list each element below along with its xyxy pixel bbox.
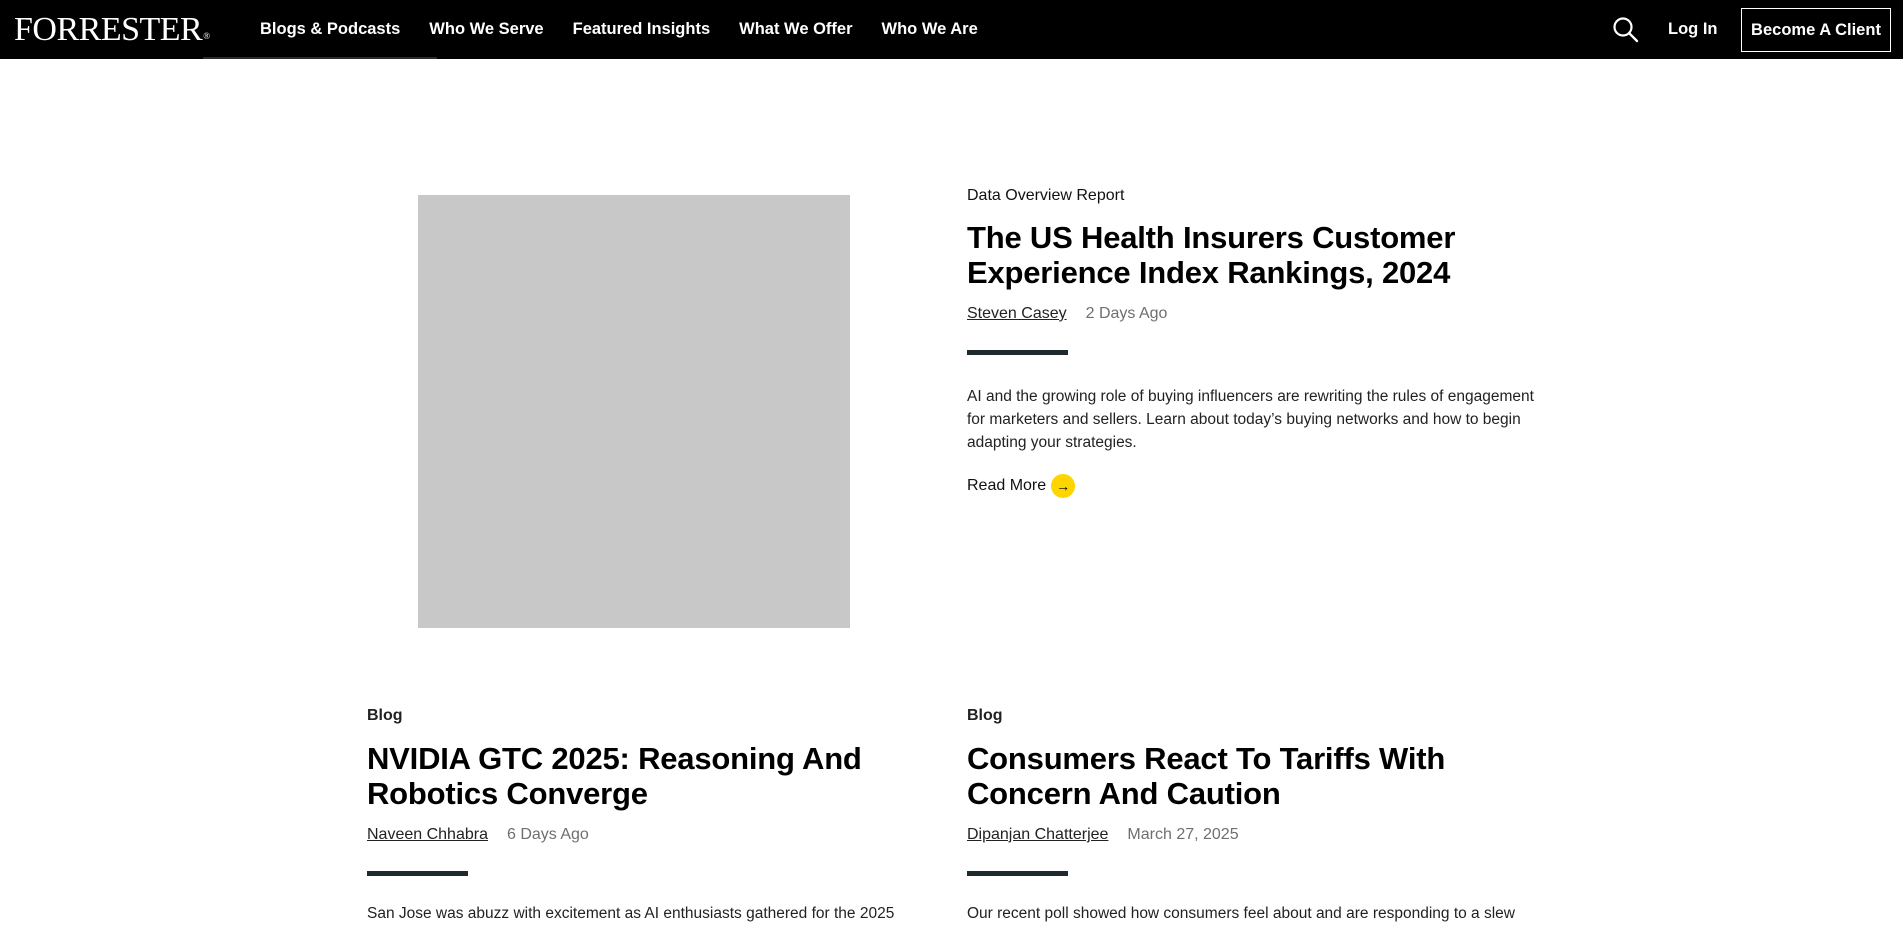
nav-active-underline — [203, 57, 437, 59]
card-divider — [967, 871, 1068, 876]
card-date: 6 Days Ago — [506, 826, 589, 843]
nav-item-blogs-podcasts[interactable]: Blogs & Podcasts — [260, 20, 400, 39]
card-snippet: Our recent poll showed how consumers fee… — [967, 905, 1515, 922]
card-date: March 27, 2025 — [1127, 826, 1239, 843]
read-more-link[interactable]: Read More → — [967, 474, 1076, 498]
feature-meta: Steven Casey 2 Days Ago — [967, 304, 1547, 324]
feature-title[interactable]: The US Health Insurers Customer Experien… — [967, 220, 1547, 290]
nav-item-what-we-offer[interactable]: What We Offer — [739, 20, 852, 39]
card-divider — [367, 871, 468, 876]
top-navigation-bar: FORRESTER® Blogs & Podcasts Who We Serve… — [0, 0, 1903, 59]
card-label: Blog — [367, 707, 403, 724]
main-nav: Blogs & Podcasts Who We Serve Featured I… — [260, 0, 1007, 59]
feature-date: 2 Days Ago — [1085, 305, 1168, 322]
card-author-link[interactable]: Naveen Chhabra — [367, 825, 488, 845]
feature-card: Data Overview Report The US Health Insur… — [967, 186, 1547, 498]
card-author-link[interactable]: Dipanjan Chatterjee — [967, 825, 1108, 845]
logo-text: FORRESTER — [14, 11, 203, 48]
feature-eyebrow: Data Overview Report — [967, 187, 1125, 204]
log-in-link[interactable]: Log In — [1668, 0, 1717, 59]
card-meta: Dipanjan Chatterjee March 27, 2025 — [967, 825, 1527, 845]
blog-card-nvidia: Blog NVIDIA GTC 2025: Reasoning And Robo… — [367, 706, 927, 925]
feature-divider — [967, 350, 1068, 355]
card-title[interactable]: Consumers React To Tariffs With Concern … — [967, 741, 1527, 811]
feature-author-link[interactable]: Steven Casey — [967, 304, 1067, 324]
feature-description: AI and the growing role of buying influe… — [967, 388, 1534, 451]
registered-mark: ® — [203, 31, 210, 41]
blog-card-tariffs: Blog Consumers React To Tariffs With Con… — [967, 706, 1527, 925]
nav-item-who-we-serve[interactable]: Who We Serve — [429, 20, 543, 39]
forrester-logo[interactable]: FORRESTER® — [14, 10, 210, 50]
search-icon[interactable] — [1611, 15, 1641, 45]
card-meta: Naveen Chhabra 6 Days Ago — [367, 825, 927, 845]
card-title[interactable]: NVIDIA GTC 2025: Reasoning And Robotics … — [367, 741, 927, 811]
search-icon-glyph — [1613, 17, 1639, 43]
feature-image-placeholder[interactable] — [418, 195, 850, 628]
read-more-label: Read More — [967, 477, 1047, 494]
arrow-right-icon: → — [1051, 474, 1076, 498]
nav-item-who-we-are[interactable]: Who We Are — [882, 20, 978, 39]
nav-item-featured-insights[interactable]: Featured Insights — [573, 20, 711, 39]
card-snippet: San Jose was abuzz with excitement as AI… — [367, 905, 895, 922]
card-label: Blog — [967, 707, 1003, 724]
become-a-client-button[interactable]: Become A Client — [1741, 8, 1891, 52]
